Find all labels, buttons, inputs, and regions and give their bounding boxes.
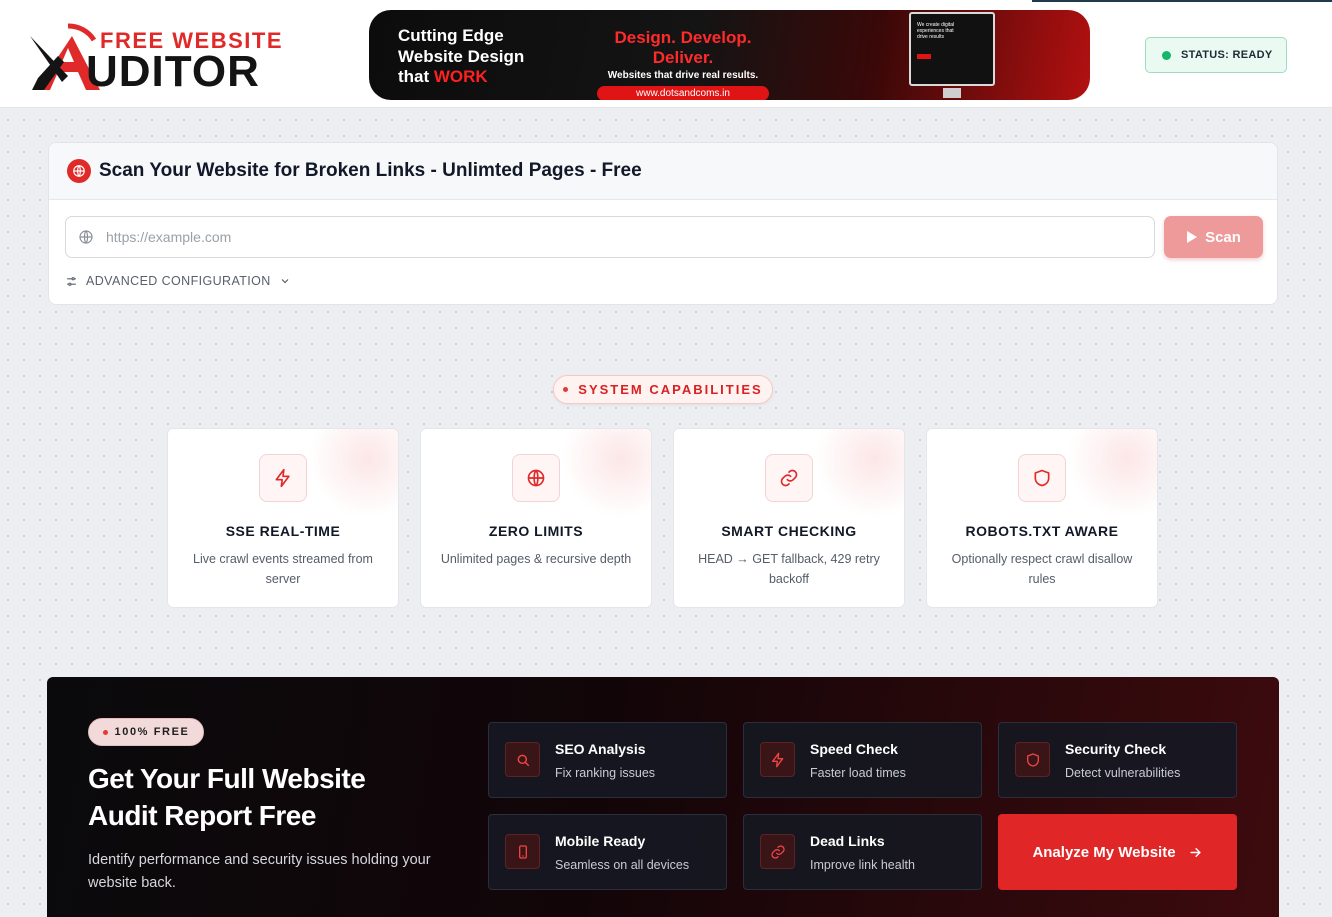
capability-card-zero-limits: ZERO LIMITS Unlimited pages & recursive … xyxy=(420,428,652,608)
promo-subtext: Identify performance and security issues… xyxy=(88,852,431,891)
arrow-right-icon xyxy=(1189,847,1201,857)
status-label: STATUS: READY xyxy=(1181,49,1273,61)
audit-promo-section: 100% FREE Get Your Full Website Audit Re… xyxy=(47,677,1279,917)
feature-desc: Seamless on all devices xyxy=(555,858,690,872)
capability-title: ZERO LIMITS xyxy=(488,523,584,539)
advanced-config-toggle[interactable]: ADVANCED CONFIGURATION xyxy=(65,274,291,288)
url-field[interactable] xyxy=(65,216,1155,258)
feature-mobile-ready: Mobile Ready Seamless on all devices xyxy=(488,814,727,890)
scan-button[interactable]: Scan xyxy=(1164,216,1263,258)
play-icon xyxy=(1187,231,1198,243)
link-icon xyxy=(760,834,795,869)
globe-icon xyxy=(512,454,560,502)
analyze-website-button[interactable]: Analyze My Website xyxy=(998,814,1237,890)
site-header: FREE WEBSITE UDITOR Cutting Edge Website… xyxy=(0,0,1332,108)
capability-card-robots: ROBOTS.TXT AWARE Optionally respect craw… xyxy=(926,428,1158,608)
ad-banner[interactable]: Cutting Edge Website Design that WORK De… xyxy=(369,10,1090,100)
globe-icon xyxy=(78,229,94,245)
banner-subline: Websites that drive real results. xyxy=(607,70,759,81)
feature-desc: Detect vulnerabilities xyxy=(1065,766,1181,780)
scan-title: Scan Your Website for Broken Links - Unl… xyxy=(99,160,642,181)
capability-desc: Live crawl events streamed from server xyxy=(193,552,373,586)
scan-card: Scan Your Website for Broken Links - Unl… xyxy=(48,142,1278,305)
banner-tagline: Cutting Edge Website Design that WORK xyxy=(398,26,525,86)
feature-dead-links: Dead Links Improve link health xyxy=(743,814,982,890)
search-icon xyxy=(505,742,540,777)
status-badge: STATUS: READY xyxy=(1145,37,1287,73)
feature-title: Dead Links xyxy=(810,833,885,849)
feature-desc: Fix ranking issues xyxy=(555,766,656,780)
link-icon xyxy=(765,454,813,502)
bolt-icon xyxy=(259,454,307,502)
pill-dot-icon xyxy=(563,387,569,392)
capability-desc: Unlimited pages & recursive depth xyxy=(440,552,632,566)
site-logo[interactable]: FREE WEBSITE UDITOR xyxy=(28,16,318,96)
shield-icon xyxy=(1018,454,1066,502)
capability-title: SMART CHECKING xyxy=(721,523,857,539)
capability-desc: Optionally respect crawl disallow rules xyxy=(951,552,1133,586)
chevron-down-icon xyxy=(281,279,289,284)
promo-heading: Get Your Full Website Audit Report Free xyxy=(88,763,366,831)
status-dot-icon xyxy=(1162,50,1171,60)
shield-icon xyxy=(1015,742,1050,777)
capabilities-pill: SYSTEM CAPABILITIES xyxy=(553,375,773,404)
capability-title: ROBOTS.TXT AWARE xyxy=(965,523,1119,539)
capability-card-sse: SSE REAL-TIME Live crawl events streamed… xyxy=(167,428,399,608)
feature-speed-check: Speed Check Faster load times xyxy=(743,722,982,798)
feature-desc: Improve link health xyxy=(810,858,915,872)
banner-monitor-image: We create digital experiences that drive… xyxy=(909,12,995,98)
feature-title: Security Check xyxy=(1065,741,1167,757)
globe-icon xyxy=(67,159,91,183)
banner-url: www.dotsandcoms.in xyxy=(597,86,769,100)
logo-text-bottom: UDITOR xyxy=(86,47,260,96)
feature-seo-analysis: SEO Analysis Fix ranking issues xyxy=(488,722,727,798)
capability-desc: HEAD → GET fallback, 429 retry backoff xyxy=(698,552,880,586)
capability-card-smart-checking: SMART CHECKING HEAD → GET fallback, 429 … xyxy=(673,428,905,608)
feature-desc: Faster load times xyxy=(810,766,906,780)
advanced-config-label: ADVANCED CONFIGURATION xyxy=(86,274,271,288)
badge-dot-icon xyxy=(102,729,108,735)
banner-headline: Design. Develop. Deliver. xyxy=(614,28,752,67)
url-input[interactable] xyxy=(106,229,1066,245)
bolt-icon xyxy=(760,742,795,777)
header-top-line xyxy=(1032,0,1332,2)
scan-card-header: Scan Your Website for Broken Links - Unl… xyxy=(49,143,1277,200)
feature-security-check: Security Check Detect vulnerabilities xyxy=(998,722,1237,798)
feature-title: SEO Analysis xyxy=(555,741,646,757)
sliders-icon xyxy=(67,276,76,286)
free-badge: 100% FREE xyxy=(88,718,204,746)
feature-title: Speed Check xyxy=(810,741,898,757)
feature-title: Mobile Ready xyxy=(555,833,646,849)
phone-icon xyxy=(505,834,540,869)
banner-headline-block: Design. Develop. Deliver. Websites that … xyxy=(583,28,783,100)
capability-title: SSE REAL-TIME xyxy=(225,523,341,539)
